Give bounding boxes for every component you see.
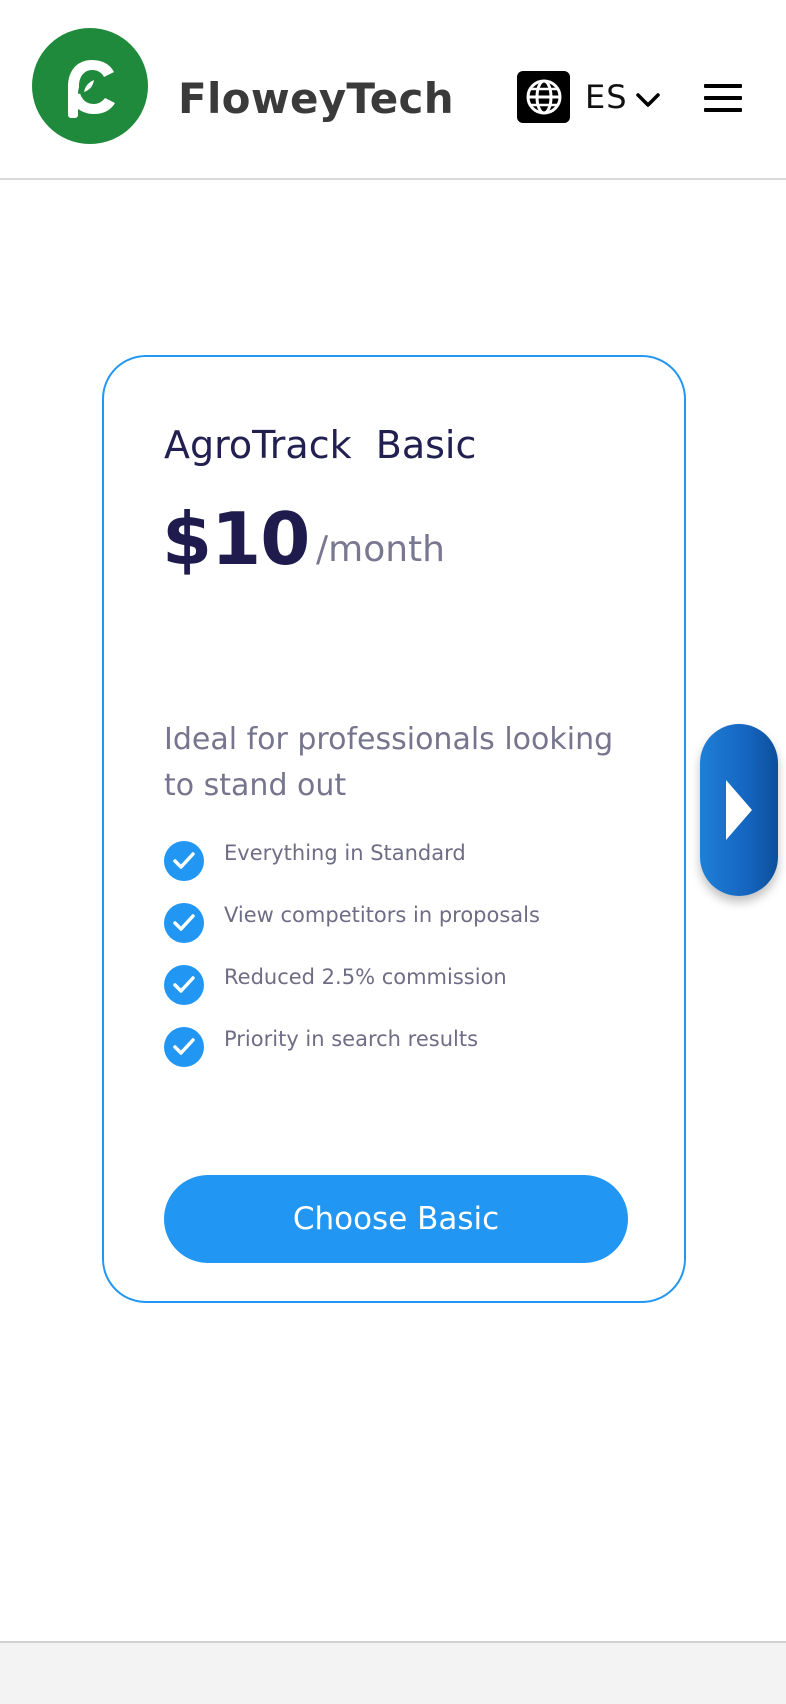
plan-price: $10 (162, 497, 310, 581)
carousel-next-button[interactable] (700, 724, 778, 896)
chevron-right-icon (726, 780, 752, 840)
globe-icon (517, 71, 570, 123)
plan-name: AgroTrack Basic (164, 423, 477, 467)
leaf-logo-icon (68, 60, 115, 118)
check-icon (164, 903, 204, 943)
feature-text: Reduced 2.5% commission (224, 965, 507, 989)
brand-logo[interactable] (32, 28, 148, 144)
chevron-down-icon (635, 93, 660, 107)
pricing-card: AgroTrack Basic $10 /month Ideal for pro… (102, 355, 686, 1303)
feature-item: View competitors in proposals (164, 903, 540, 965)
check-icon (164, 1027, 204, 1067)
footer-strip (0, 1641, 786, 1704)
site-header: FloweyTech ES (0, 0, 786, 180)
feature-item: Everything in Standard (164, 841, 540, 903)
feature-list: Everything in Standard View competitors … (164, 841, 540, 1089)
feature-item: Priority in search results (164, 1027, 540, 1089)
language-code: ES (585, 78, 628, 116)
brand-name[interactable]: FloweyTech (178, 74, 454, 123)
pricing-page: FloweyTech ES AgroTrack Basic $10 /month… (0, 0, 786, 1704)
language-selector[interactable]: ES (517, 71, 660, 123)
plan-description: Ideal for professionals looking to stand… (164, 722, 614, 803)
feature-item: Reduced 2.5% commission (164, 965, 540, 1027)
check-icon (164, 965, 204, 1005)
hamburger-menu-icon[interactable] (704, 84, 742, 112)
feature-text: View competitors in proposals (224, 903, 540, 927)
feature-text: Everything in Standard (224, 841, 466, 865)
check-icon (164, 841, 204, 881)
choose-plan-button[interactable]: Choose Basic (164, 1175, 628, 1263)
feature-text: Priority in search results (224, 1027, 479, 1051)
plan-period: /month (316, 529, 445, 570)
